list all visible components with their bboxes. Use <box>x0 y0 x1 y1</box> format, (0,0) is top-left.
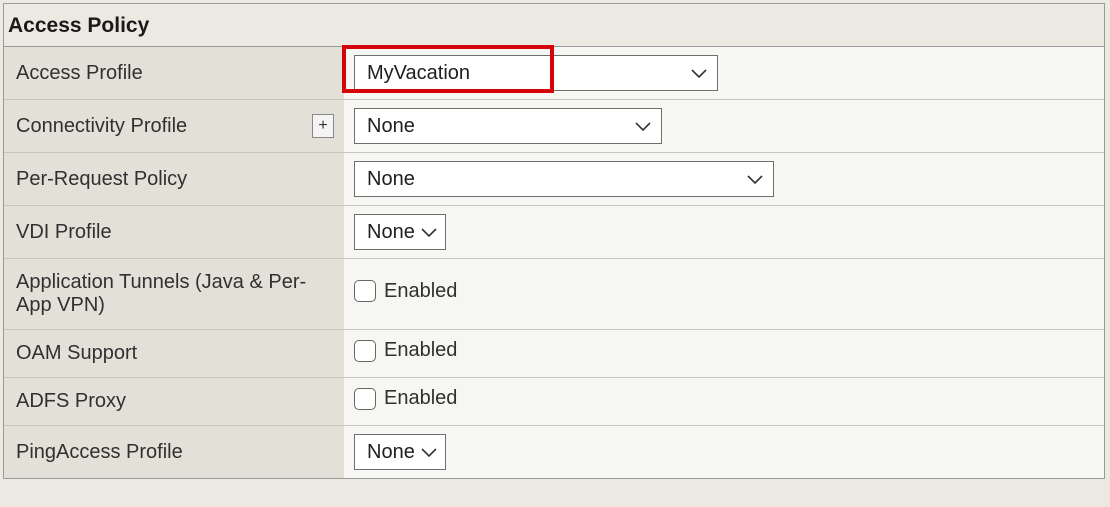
panel-title: Access Policy <box>4 4 1104 46</box>
field-app-tunnels: Enabled <box>344 259 1104 330</box>
add-connectivity-profile-button[interactable]: + <box>312 114 334 138</box>
app-tunnels-checkbox-wrap[interactable]: Enabled <box>354 280 457 303</box>
access-policy-panel: Access Policy Access Profile MyVacation … <box>3 3 1105 479</box>
row-oam-support: OAM Support Enabled <box>4 330 1104 378</box>
adfs-proxy-checkbox-label: Enabled <box>384 387 457 410</box>
connectivity-profile-select[interactable]: None <box>354 108 662 144</box>
field-vdi-profile: None <box>344 206 1104 259</box>
per-request-policy-select[interactable]: None <box>354 161 774 197</box>
field-oam-support: Enabled <box>344 330 1104 378</box>
row-pingaccess-profile: PingAccess Profile None <box>4 426 1104 479</box>
field-pingaccess-profile: None <box>344 426 1104 479</box>
label-oam-support: OAM Support <box>4 330 344 378</box>
adfs-proxy-checkbox[interactable] <box>354 388 376 410</box>
oam-support-checkbox-label: Enabled <box>384 339 457 362</box>
field-per-request-policy: None <box>344 153 1104 206</box>
pingaccess-profile-select[interactable]: None <box>354 434 446 470</box>
access-profile-select[interactable]: MyVacation <box>354 55 718 91</box>
row-per-request-policy: Per-Request Policy None <box>4 153 1104 206</box>
per-request-policy-value: None <box>367 168 415 191</box>
access-profile-value: MyVacation <box>367 62 470 85</box>
chevron-down-icon <box>421 221 437 244</box>
chevron-down-icon <box>691 62 707 85</box>
label-per-request-policy: Per-Request Policy <box>4 153 344 206</box>
label-connectivity-profile: Connectivity Profile <box>16 115 187 138</box>
label-adfs-proxy: ADFS Proxy <box>4 378 344 426</box>
app-tunnels-checkbox-label: Enabled <box>384 280 457 303</box>
label-pingaccess-profile: PingAccess Profile <box>4 426 344 479</box>
vdi-profile-select[interactable]: None <box>354 214 446 250</box>
row-app-tunnels: Application Tunnels (Java & Per-App VPN)… <box>4 259 1104 330</box>
field-connectivity-profile: None <box>344 100 1104 153</box>
access-policy-form: Access Profile MyVacation Connectivity P… <box>4 46 1104 478</box>
label-app-tunnels: Application Tunnels (Java & Per-App VPN) <box>4 259 344 330</box>
row-adfs-proxy: ADFS Proxy Enabled <box>4 378 1104 426</box>
pingaccess-profile-value: None <box>367 441 415 464</box>
label-access-profile: Access Profile <box>4 47 344 100</box>
chevron-down-icon <box>747 168 763 191</box>
chevron-down-icon <box>421 441 437 464</box>
field-adfs-proxy: Enabled <box>344 378 1104 426</box>
app-tunnels-checkbox[interactable] <box>354 280 376 302</box>
row-access-profile: Access Profile MyVacation <box>4 47 1104 100</box>
connectivity-profile-value: None <box>367 115 415 138</box>
adfs-proxy-checkbox-wrap[interactable]: Enabled <box>354 387 457 410</box>
oam-support-checkbox-wrap[interactable]: Enabled <box>354 339 457 362</box>
vdi-profile-value: None <box>367 221 415 244</box>
label-vdi-profile: VDI Profile <box>4 206 344 259</box>
field-access-profile: MyVacation <box>344 47 1104 100</box>
row-vdi-profile: VDI Profile None <box>4 206 1104 259</box>
row-connectivity-profile: Connectivity Profile + None <box>4 100 1104 153</box>
oam-support-checkbox[interactable] <box>354 340 376 362</box>
chevron-down-icon <box>635 115 651 138</box>
